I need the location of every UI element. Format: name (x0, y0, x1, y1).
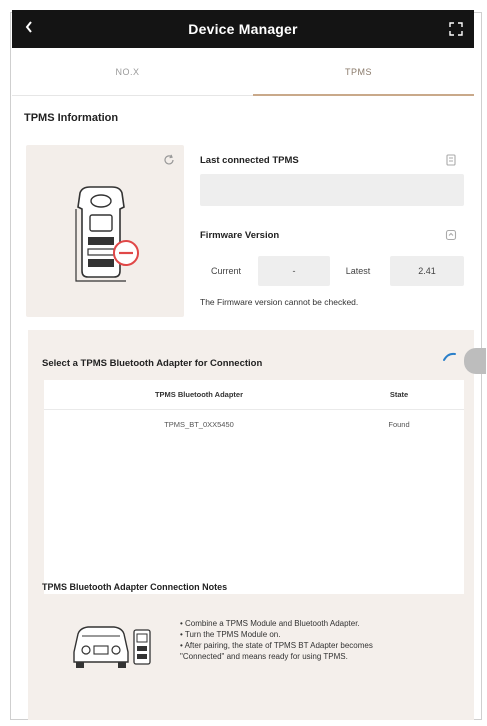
last-connected-info-button[interactable] (444, 153, 458, 167)
tpms-info-title: TPMS Information (24, 112, 119, 124)
firmware-version-label: Firmware Version (200, 230, 280, 241)
adapter-name: TPMS_BT_0XX5450 (164, 419, 234, 429)
current-version-value: - (258, 256, 330, 286)
last-connected-field (200, 174, 464, 206)
adapter-section-title: Select a TPMS Bluetooth Adapter for Conn… (42, 358, 263, 369)
firmware-note: The Firmware version cannot be checked. (200, 297, 359, 307)
note-item: "Connected" and means ready for using TP… (180, 652, 348, 661)
notes-title: TPMS Bluetooth Adapter Connection Notes (42, 582, 228, 592)
tab-tpms[interactable]: TPMS (243, 48, 474, 96)
update-icon (445, 229, 457, 241)
side-scroll-handle[interactable] (464, 348, 486, 374)
notes-list: • Combine a TPMS Module and Bluetooth Ad… (180, 618, 460, 662)
title-bar: Device Manager (12, 10, 474, 48)
refresh-button[interactable] (162, 153, 176, 167)
latest-version-value: 2.41 (390, 256, 464, 286)
back-button[interactable] (24, 19, 42, 39)
current-label: Current (210, 266, 241, 276)
expand-icon (449, 22, 463, 36)
column-header-adapter: TPMS Bluetooth Adapter (154, 390, 244, 399)
table-row[interactable]: TPMS_BT_0XX5450 Found (44, 410, 464, 438)
tpms-device-card (26, 145, 184, 317)
adapter-state: Found (388, 419, 410, 429)
page-title: Device Manager (188, 21, 298, 37)
car-with-adapter-icon (73, 626, 151, 668)
note-item: • Combine a TPMS Module and Bluetooth Ad… (180, 619, 360, 628)
document-icon (446, 154, 456, 166)
last-connected-label: Last connected TPMS (200, 155, 299, 166)
expand-button[interactable] (448, 21, 464, 37)
firmware-update-button[interactable] (444, 228, 458, 242)
scan-button[interactable] (440, 348, 460, 366)
tab-bar: NO.X TPMS (12, 48, 474, 96)
adapter-table-header: TPMS Bluetooth Adapter State (44, 380, 464, 410)
firmware-row: Current - Latest 2.41 (200, 256, 464, 286)
chevron-left-icon (25, 21, 32, 33)
note-item: • Turn the TPMS Module on. (180, 630, 281, 639)
refresh-icon (164, 154, 174, 165)
latest-label: Latest (345, 266, 371, 276)
column-header-state: State (389, 390, 409, 399)
tpms-module-icon (75, 186, 139, 282)
tab-nox[interactable]: NO.X (12, 48, 243, 95)
adapter-section: Select a TPMS Bluetooth Adapter for Conn… (28, 330, 486, 720)
note-item: • After pairing, the state of TPMS BT Ad… (180, 641, 373, 650)
adapter-table: TPMS Bluetooth Adapter State TPMS_BT_0XX… (44, 380, 464, 594)
loading-spinner-icon (443, 352, 456, 361)
